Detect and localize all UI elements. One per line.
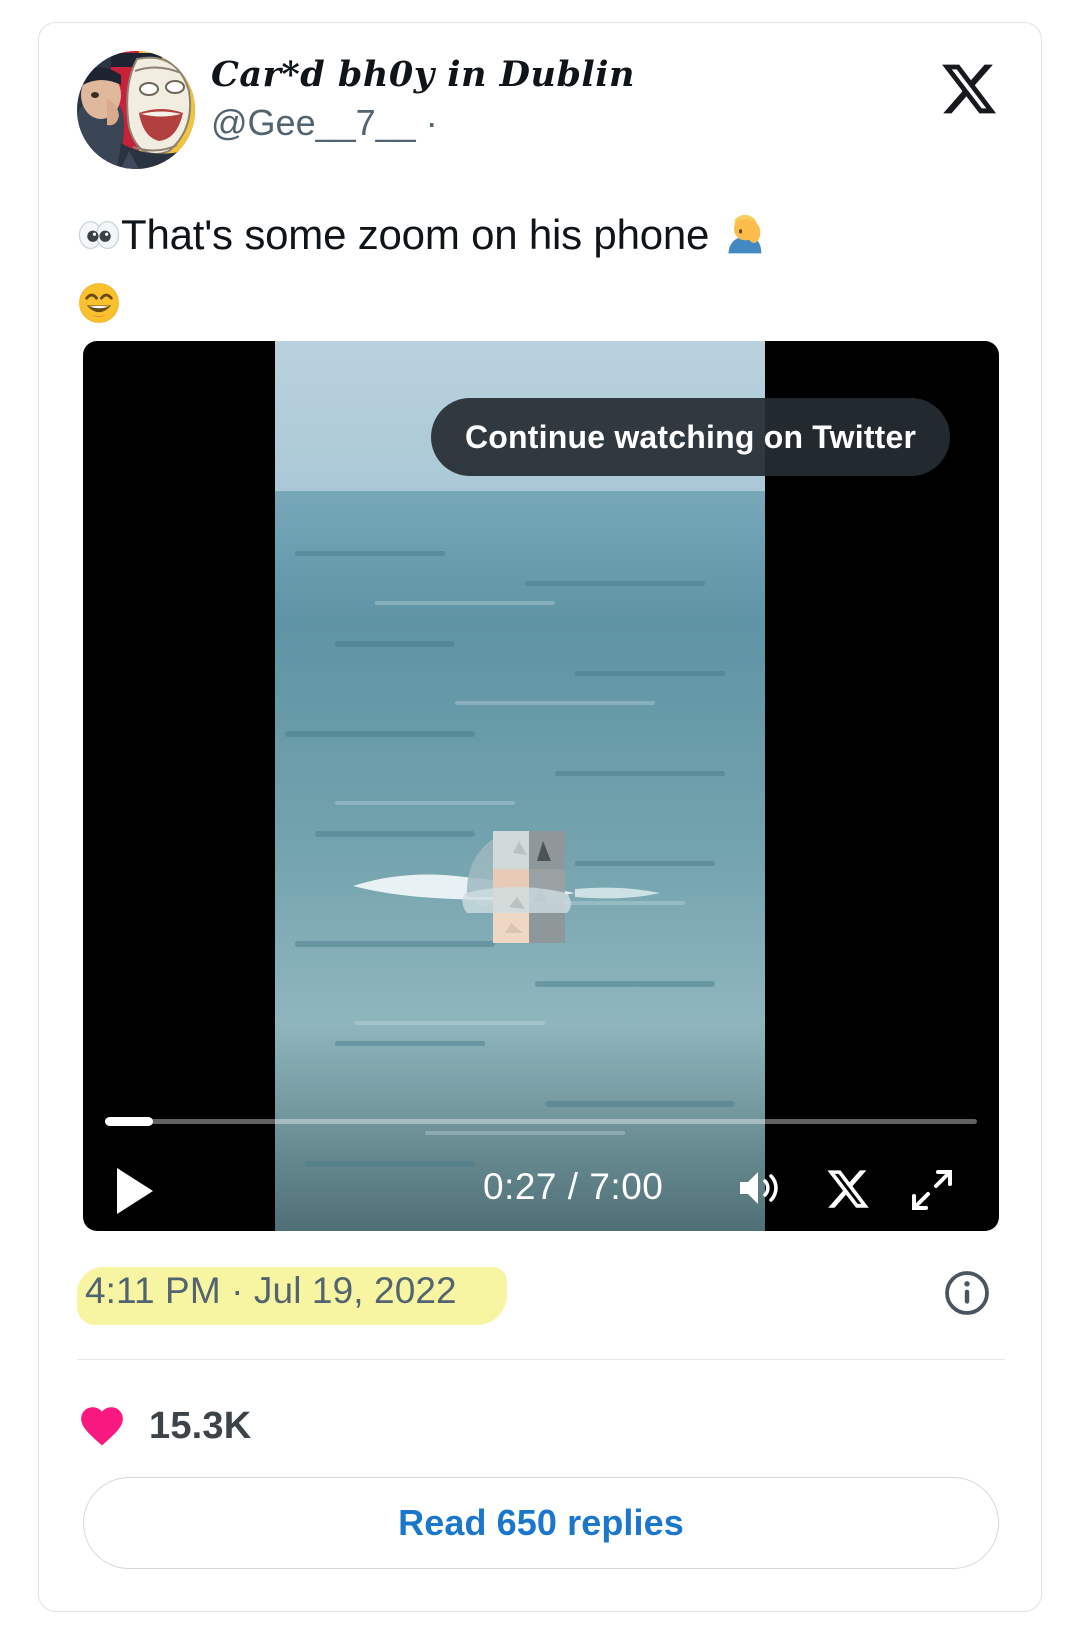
author-display-name: Car*d bh0y in Dublin <box>211 54 635 95</box>
avatar-image <box>77 51 195 169</box>
tweet-text: That's some zoom on his phone <box>77 205 997 341</box>
heart-icon[interactable] <box>77 1401 127 1451</box>
handle-separator: · <box>425 102 438 143</box>
pixelated-face-blocks <box>493 831 565 943</box>
likes-row[interactable]: 15.3K <box>77 1391 577 1461</box>
author-handle-row: @Gee__7__ · <box>211 101 851 145</box>
eyes-emoji-icon <box>77 213 121 273</box>
fullscreen-icon[interactable] <box>908 1166 956 1214</box>
x-platform-icon[interactable] <box>825 1166 871 1212</box>
x-logo-icon <box>942 64 997 114</box>
like-count: 15.3K <box>149 1405 252 1447</box>
video-progress-track[interactable] <box>105 1117 977 1126</box>
play-icon[interactable] <box>117 1168 153 1214</box>
video-time-display: 0:27 / 7:00 <box>483 1166 664 1207</box>
embedded-tweet-card: Car*d bh0y in Dublin @Gee__7__ · That's … <box>38 22 1042 1612</box>
tweet-timestamp: 4:11 PM · Jul 19, 2022 <box>85 1270 457 1311</box>
volume-icon[interactable] <box>733 1164 783 1212</box>
tweet-header: Car*d bh0y in Dublin @Gee__7__ · <box>39 23 1041 173</box>
avatar[interactable] <box>77 51 195 169</box>
screenshot-root: Car*d bh0y in Dublin @Gee__7__ · That's … <box>0 0 1080 1635</box>
tweet-text-body: That's some zoom on his phone <box>121 211 710 258</box>
video-progress-fill <box>105 1117 153 1126</box>
author-name-block: Car*d bh0y in Dublin @Gee__7__ · <box>211 53 851 145</box>
author-handle[interactable]: @Gee__7__ <box>211 102 416 143</box>
continue-watching-button[interactable]: Continue watching on Twitter <box>431 398 951 476</box>
x-logo[interactable] <box>939 59 999 119</box>
video-controls: 0:27 / 7:00 <box>83 1156 999 1231</box>
facepalm-emoji-icon <box>721 213 765 273</box>
meta-divider <box>77 1359 1005 1360</box>
video-player[interactable]: Continue watching on Twitter 0:27 / 7:00 <box>83 341 999 1231</box>
info-icon[interactable] <box>943 1269 991 1317</box>
timestamp-highlight-wrapper: 4:11 PM · Jul 19, 2022 <box>77 1257 507 1327</box>
read-replies-button[interactable]: Read 650 replies <box>83 1477 999 1569</box>
tweet-meta-row: 4:11 PM · Jul 19, 2022 <box>77 1251 1005 1343</box>
grin-emoji-icon <box>77 281 121 341</box>
